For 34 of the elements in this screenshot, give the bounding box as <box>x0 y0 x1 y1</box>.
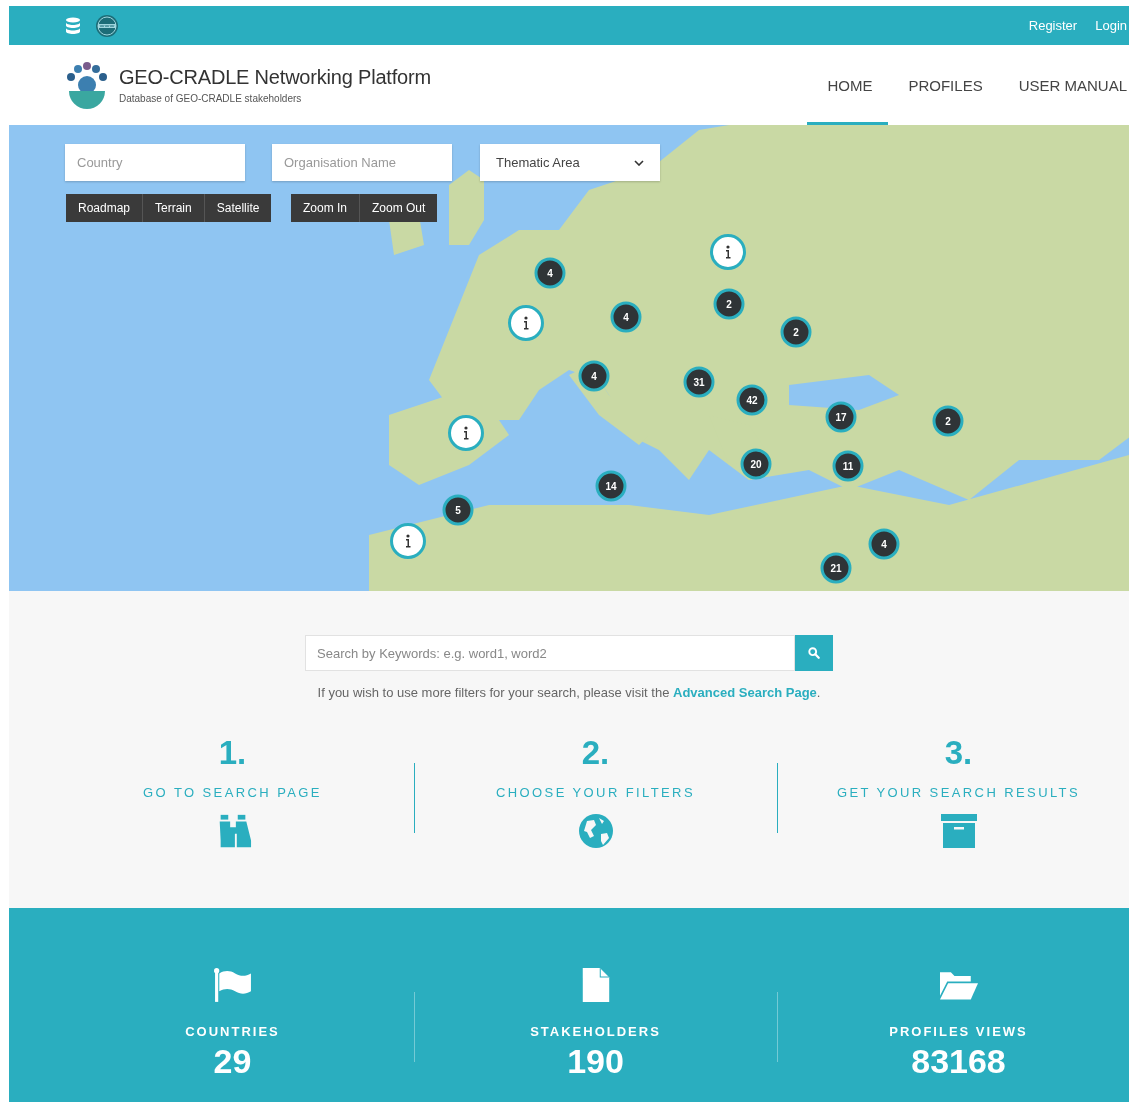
search-icon <box>808 647 820 659</box>
step-number: 3. <box>944 733 973 773</box>
step-number: 2. <box>581 733 610 773</box>
stat-value: 83168 <box>911 1041 1006 1081</box>
keyword-search-field[interactable]: Search by Keywords: e.g. word1, word2 <box>305 635 795 671</box>
site-title: GEO-CRADLE Networking Platform <box>119 66 431 89</box>
www-globe-icon <box>95 13 119 38</box>
advanced-search-hint: If you wish to use more filters for your search, please visit the Advanced Search Page. <box>317 685 821 700</box>
cradle-logo-icon <box>65 61 109 109</box>
thematic-area-dropdown[interactable]: Thematic Area <box>480 144 660 181</box>
stat-label: PROFILES VIEWS <box>889 1024 1028 1039</box>
info-icon <box>725 245 731 259</box>
step-label: CHOOSE YOUR FILTERS <box>496 785 695 800</box>
step-label: GO TO SEARCH PAGE <box>143 785 322 800</box>
info-icon <box>523 316 529 330</box>
globe-icon <box>576 814 615 848</box>
info-icon <box>405 534 411 548</box>
stat-value: 190 <box>567 1041 624 1081</box>
flag-icon <box>213 968 252 1002</box>
site-subtitle: Database of GEO-CRADLE stakeholders <box>119 93 303 104</box>
database-icon <box>65 16 81 35</box>
nav-tab[interactable]: USER MANUAL <box>998 45 1129 125</box>
archive-icon <box>939 814 978 848</box>
chevron-down-icon <box>634 159 644 166</box>
stat-label: COUNTRIES <box>185 1024 280 1039</box>
info-icon <box>463 426 469 440</box>
stat-label: STAKEHOLDERS <box>530 1024 661 1039</box>
step-label: GET YOUR SEARCH RESULTS <box>837 785 1080 800</box>
stat-value: 29 <box>213 1041 252 1081</box>
search-button[interactable] <box>795 635 833 671</box>
nav-tab[interactable]: PROFILES <box>888 45 999 125</box>
filter-input[interactable]: Country <box>65 144 245 181</box>
step-number: 1. <box>218 733 247 773</box>
filter-input[interactable]: Organisation Name <box>272 144 452 181</box>
